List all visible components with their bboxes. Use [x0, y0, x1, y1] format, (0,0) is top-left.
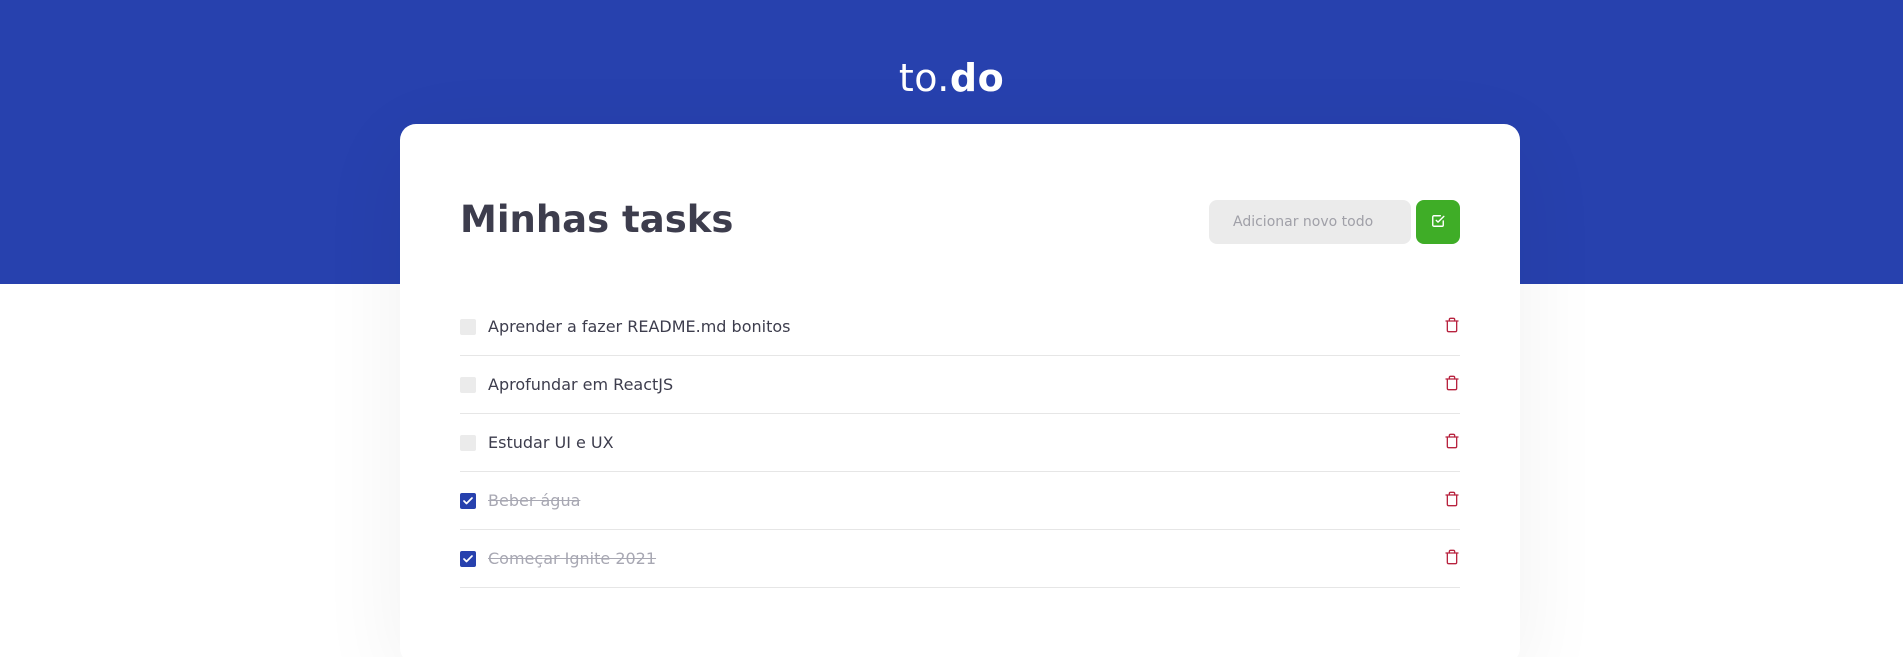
- task-item: Começar Ignite 2021: [460, 530, 1460, 588]
- task-title: Aprofundar em ReactJS: [488, 375, 674, 394]
- task-checkbox-checked[interactable]: [460, 493, 476, 509]
- delete-task-button[interactable]: [1442, 548, 1462, 568]
- logo: to.do: [0, 54, 1903, 102]
- task-item: Aprofundar em ReactJS: [460, 356, 1460, 414]
- check-icon: [463, 497, 473, 505]
- task-checkbox-checked[interactable]: [460, 551, 476, 567]
- app: to.do Minhas tasks Aprender a fazer READ…: [0, 0, 1903, 657]
- page-title: Minhas tasks: [460, 198, 734, 241]
- delete-task-button[interactable]: [1442, 432, 1462, 452]
- delete-task-button[interactable]: [1442, 374, 1462, 394]
- trash-icon: [1444, 317, 1460, 336]
- task-list: Aprender a fazer README.md bonitos Aprof…: [460, 298, 1460, 588]
- task-checkbox[interactable]: [460, 319, 476, 335]
- task-checkbox[interactable]: [460, 377, 476, 393]
- task-item: Estudar UI e UX: [460, 414, 1460, 472]
- check-square-icon: [1431, 214, 1445, 231]
- trash-icon: [1444, 549, 1460, 568]
- task-title: Aprender a fazer README.md bonitos: [488, 317, 791, 336]
- trash-icon: [1444, 375, 1460, 394]
- new-todo-input[interactable]: [1209, 200, 1411, 244]
- task-checkbox[interactable]: [460, 435, 476, 451]
- task-item: Aprender a fazer README.md bonitos: [460, 298, 1460, 356]
- check-icon: [463, 555, 473, 563]
- delete-task-button[interactable]: [1442, 490, 1462, 510]
- task-title-completed: Começar Ignite 2021: [488, 549, 657, 568]
- logo-bold-text: do: [949, 56, 1005, 100]
- task-title: Estudar UI e UX: [488, 433, 614, 452]
- task-item: Beber água: [460, 472, 1460, 530]
- task-card: Minhas tasks Aprender a fazer README.md …: [400, 124, 1520, 657]
- trash-icon: [1444, 433, 1460, 452]
- task-title-completed: Beber água: [488, 491, 581, 510]
- logo-light-text: to.: [898, 56, 950, 100]
- delete-task-button[interactable]: [1442, 316, 1462, 336]
- add-task-button[interactable]: [1416, 200, 1460, 244]
- trash-icon: [1444, 491, 1460, 510]
